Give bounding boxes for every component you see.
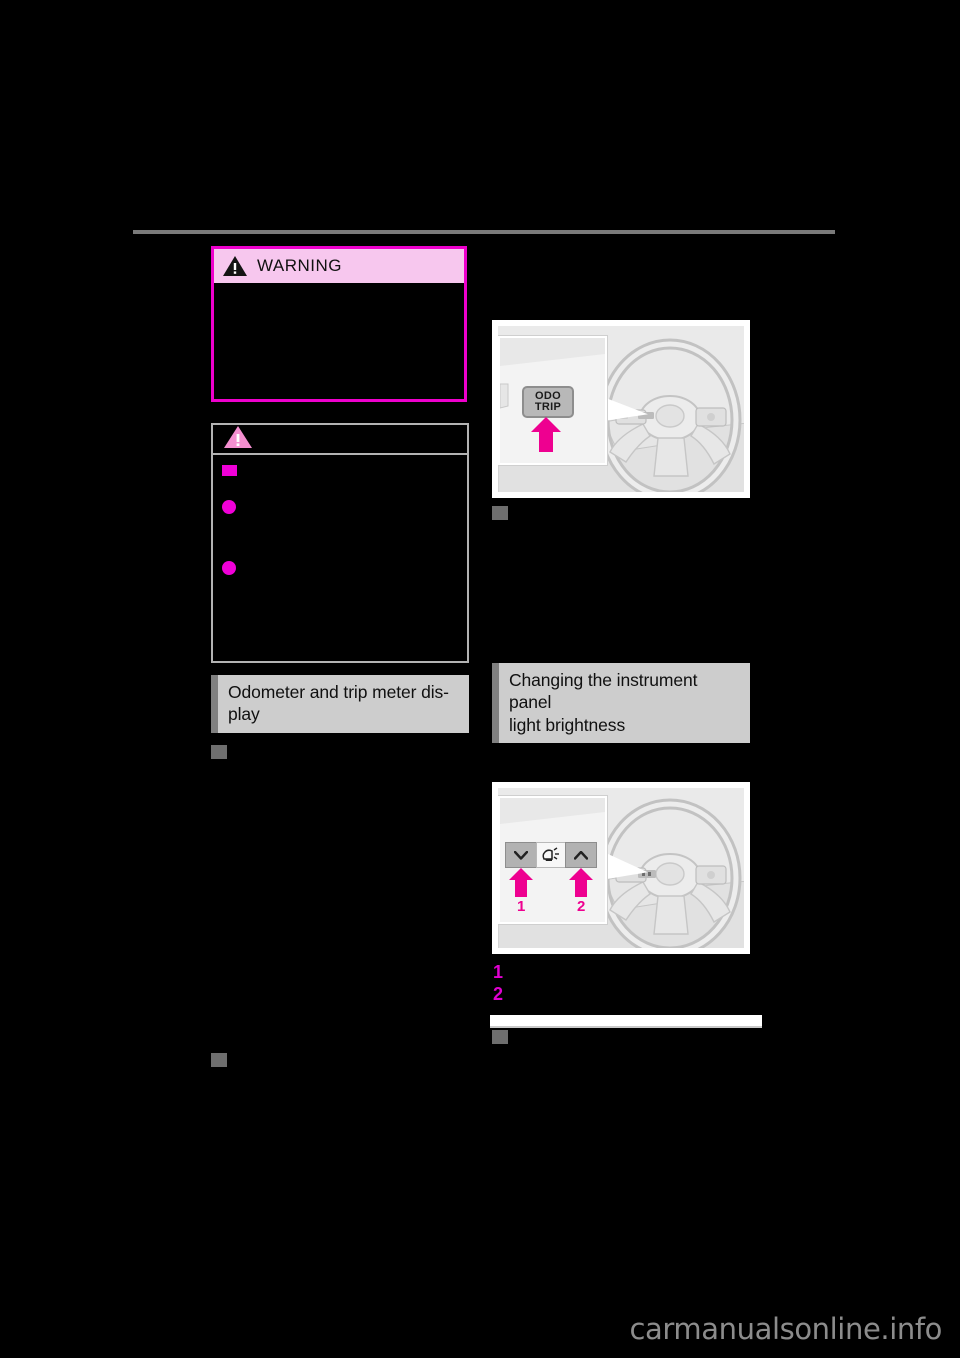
section-divider-bar [490, 1015, 762, 1026]
notice-bullet-circle-icon [222, 561, 236, 575]
section-heading-brightness-label: Changing the instrument panel light brig… [509, 670, 698, 735]
notice-bullet-circle-icon [222, 500, 236, 514]
section-heading-odometer-label: Odometer and trip meter dis- play [228, 682, 449, 725]
notice-box [211, 423, 469, 663]
section-heading-brightness: Changing the instrument panel light brig… [492, 663, 750, 744]
site-watermark: carmanualsonline.info [629, 1312, 942, 1346]
subsection-bullet-icon [211, 745, 227, 759]
cut-off-subsection-label [512, 1028, 762, 1034]
steering-wheel-odo-trip-illustration: ODO TRIP [492, 320, 750, 498]
section-heading-odometer: Odometer and trip meter dis- play [211, 675, 469, 733]
notice-triangle-icon [223, 425, 253, 454]
step-number-2: 2 [493, 984, 504, 1004]
brightness-lamp-icon [542, 847, 559, 861]
notice-body [213, 455, 467, 661]
brightness-callout-panel: 1 2 [498, 796, 607, 924]
odo-trip-button-label-line2: TRIP [534, 401, 562, 413]
illustration-canvas: 1 2 [498, 788, 744, 948]
callout-number-2: 2 [577, 898, 586, 915]
warning-body [214, 283, 464, 399]
page-top-rule [133, 230, 835, 234]
warning-box: WARNING [211, 246, 467, 402]
callout-number-1: 1 [517, 898, 526, 915]
illustration-canvas: ODO TRIP [498, 326, 744, 492]
warning-header: WARNING [214, 249, 464, 283]
odo-trip-button[interactable]: ODO TRIP [522, 386, 574, 418]
chevron-up-icon [574, 850, 588, 860]
odo-trip-callout-panel: ODO TRIP [498, 336, 607, 465]
chevron-down-icon [514, 850, 528, 860]
brightness-lamp-indicator [536, 842, 566, 868]
brightness-down-button[interactable] [505, 842, 537, 868]
subsection-bullet-icon [492, 506, 508, 520]
notice-header [213, 425, 467, 455]
notice-bullet-square-icon [222, 465, 237, 476]
subsection-bullet-icon [211, 1053, 227, 1067]
warning-title: WARNING [257, 256, 343, 275]
warning-triangle-icon [222, 255, 248, 277]
subsection-bullet-icon [492, 1030, 508, 1044]
magenta-up-arrow-icon [530, 417, 562, 458]
manual-page: WARNING Odometer and trip meter dis- pla… [0, 0, 960, 1358]
step-number-1: 1 [493, 962, 504, 982]
instrument-panel-brightness-illustration: 1 2 [492, 782, 750, 954]
brightness-up-button[interactable] [565, 842, 597, 868]
